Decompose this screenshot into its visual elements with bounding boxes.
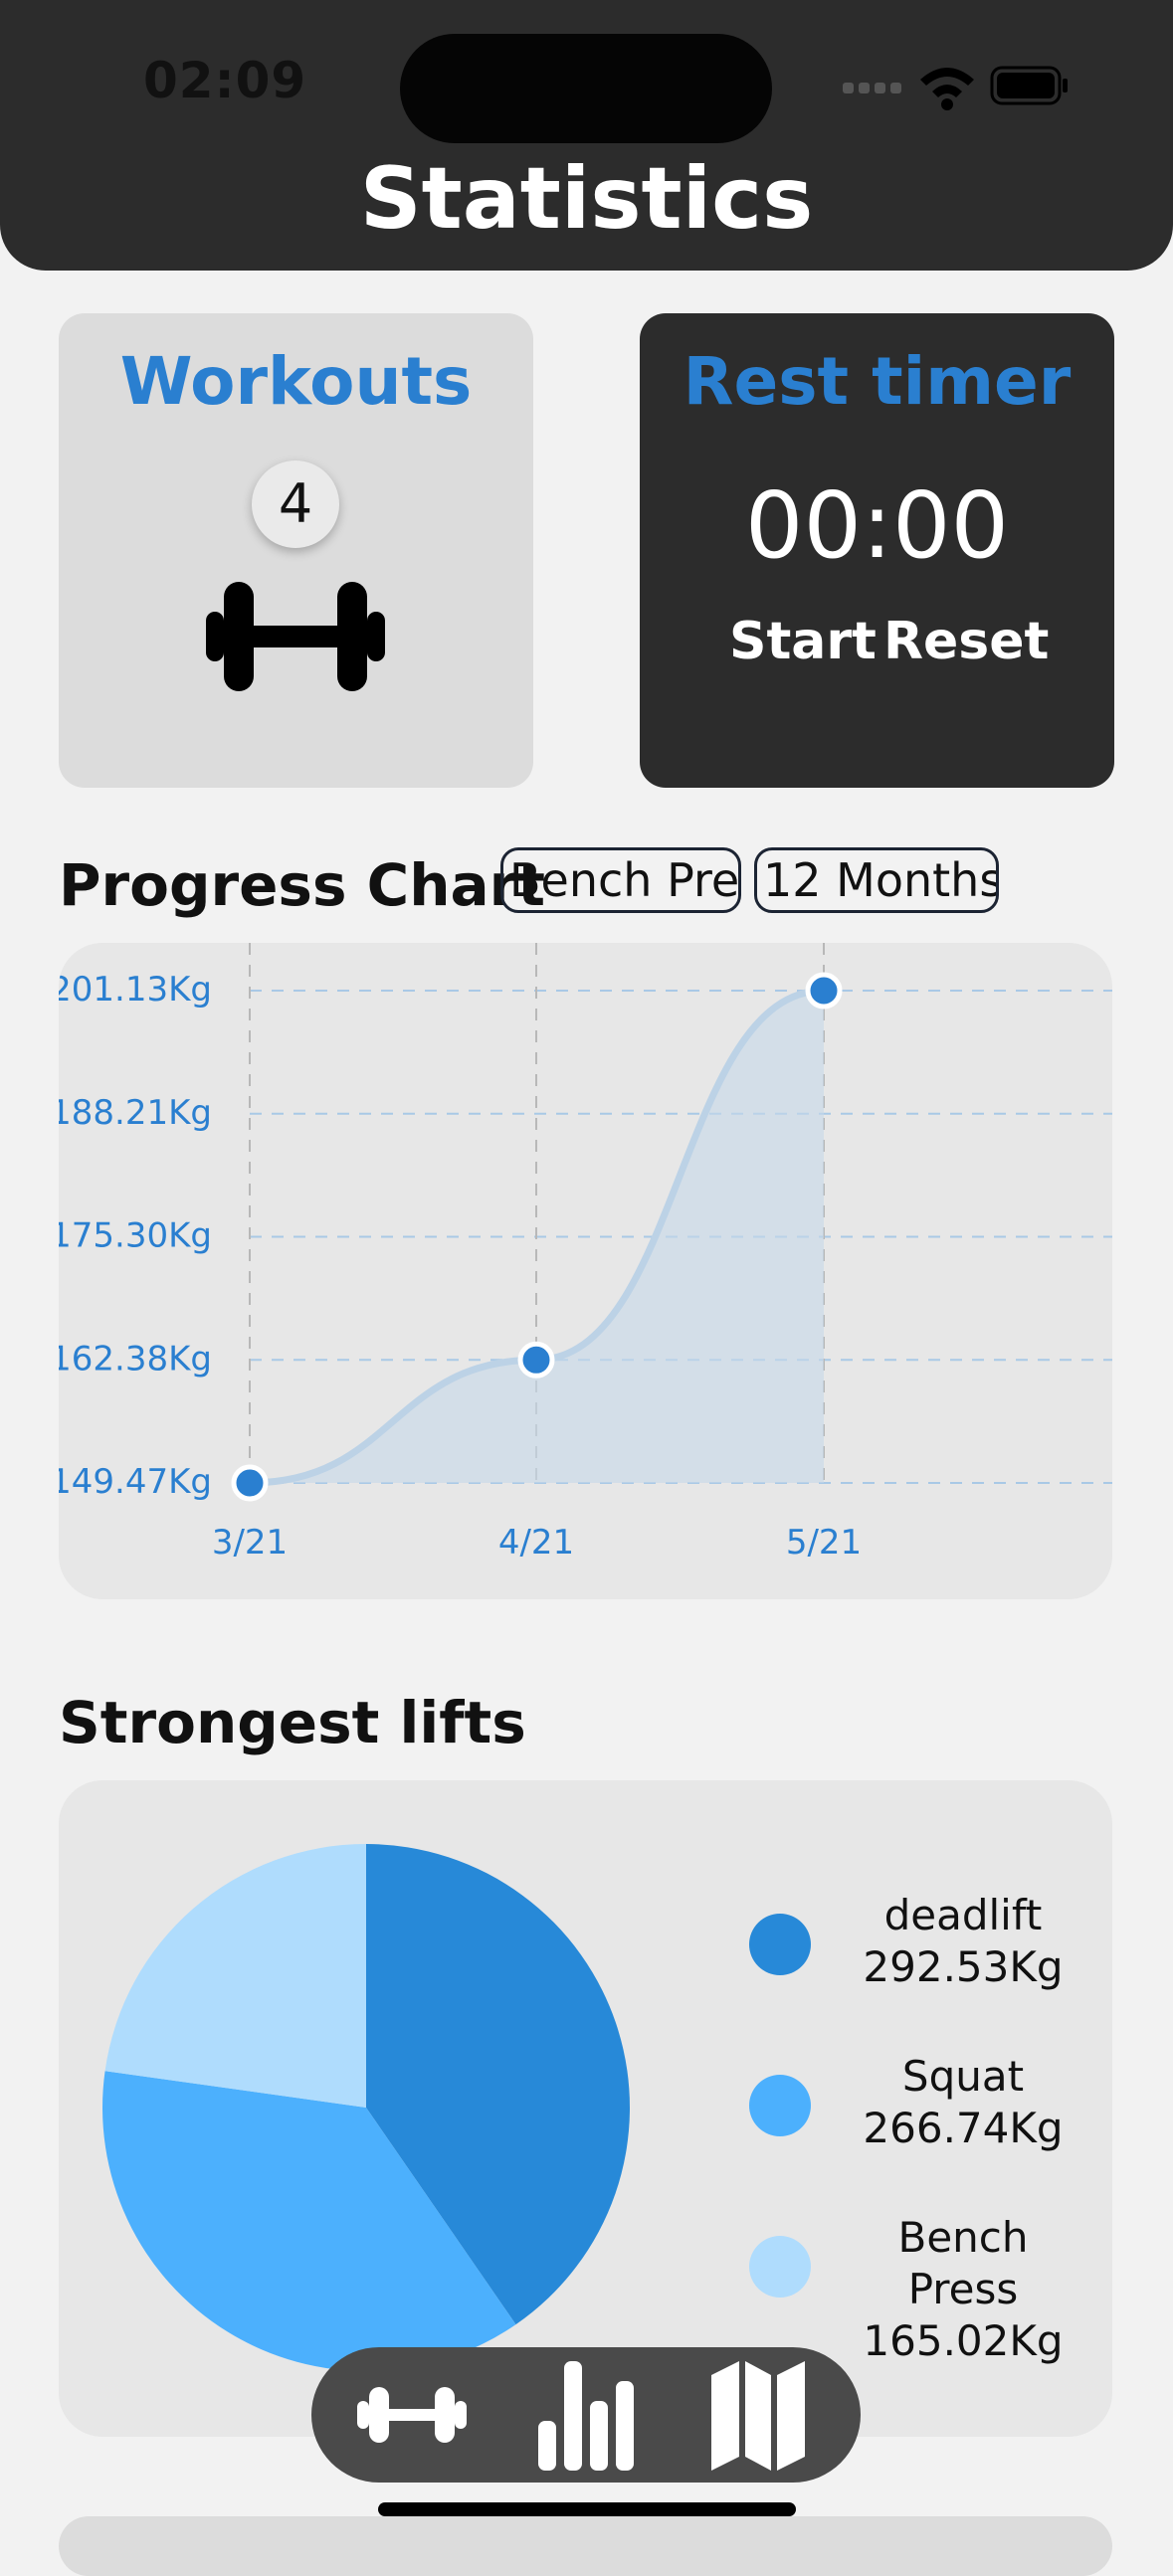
strongest-lifts-pie — [102, 1844, 631, 2371]
rest-timer-display: 00:00 — [744, 472, 1010, 579]
data-point[interactable] — [805, 972, 843, 1010]
tab-workouts-dumbbell-icon[interactable] — [357, 2385, 467, 2445]
signal-icon — [843, 83, 901, 93]
y-tick-label: 162.38Kg — [59, 1339, 212, 1379]
tab-statistics-bar-chart-icon[interactable] — [538, 2361, 634, 2471]
workouts-count-badge: 4 — [252, 460, 339, 548]
dynamic-island — [400, 34, 772, 143]
status-icons — [843, 66, 1068, 110]
y-tick-label: 201.13Kg — [59, 970, 212, 1010]
dumbbell-icon — [206, 582, 385, 691]
home-indicator — [378, 2502, 796, 2516]
start-button[interactable]: Start — [729, 612, 877, 671]
pie-slice-bench-press[interactable] — [104, 1844, 366, 2108]
legend-label: Bench Press — [897, 2213, 1029, 2313]
next-card — [59, 2516, 1112, 2576]
page-title: Statistics — [359, 149, 814, 249]
rest-timer-card: Rest timer 00:00 Start Reset — [640, 313, 1114, 788]
exercise-selector[interactable]: Bench Press — [500, 847, 741, 913]
legend-item-squat: Squat 266.74Kg — [749, 2051, 1167, 2160]
workouts-title: Workouts — [119, 343, 473, 420]
progress-chart-card: 201.13Kg 188.21Kg 175.30Kg 162.38Kg 149.47Kg… — [59, 943, 1112, 1599]
progress-chart: 201.13Kg 188.21Kg 175.30Kg 162.38Kg 149.47Kg… — [59, 943, 1112, 1563]
status-time: 02:09 — [143, 52, 307, 109]
legend-dot — [749, 2075, 811, 2136]
strongest-lifts-title: Strongest lifts — [59, 1689, 526, 1756]
y-tick-label: 149.47Kg — [59, 1462, 212, 1502]
y-tick-label: 175.30Kg — [59, 1216, 212, 1256]
legend-value: 292.53Kg — [863, 1942, 1064, 1991]
wifi-icon — [920, 68, 974, 110]
range-selector[interactable]: 12 Months — [754, 847, 999, 913]
legend-label: Squat — [901, 2052, 1025, 2101]
legend-value: 266.74Kg — [863, 2104, 1064, 2152]
tab-map-icon[interactable] — [707, 2361, 809, 2471]
legend-dot — [749, 2236, 811, 2298]
battery-icon — [990, 66, 1068, 105]
legend-label: deadlift — [883, 1891, 1043, 1939]
progress-chart-title: Progress Chart — [59, 851, 545, 919]
tab-bar — [311, 2347, 861, 2483]
x-tick-label: 3/21 — [212, 1523, 288, 1563]
legend-value: 165.02Kg — [863, 2316, 1064, 2365]
strongest-lifts-card: deadlift 292.53Kg Squat 266.74Kg Bench P… — [59, 1780, 1112, 2437]
y-tick-label: 188.21Kg — [59, 1093, 212, 1133]
data-point[interactable] — [517, 1341, 555, 1379]
x-tick-label: 5/21 — [786, 1523, 862, 1563]
workouts-card[interactable]: Workouts 4 — [59, 313, 533, 788]
data-point[interactable] — [231, 1464, 269, 1502]
legend-item-bench-press: Bench Press 165.02Kg — [749, 2212, 1167, 2365]
reset-button[interactable]: Reset — [883, 612, 1049, 671]
x-tick-label: 4/21 — [498, 1523, 574, 1563]
legend-item-deadlift: deadlift 292.53Kg — [749, 1890, 1167, 1999]
rest-timer-title: Rest timer — [683, 343, 1072, 420]
legend-dot — [749, 1914, 811, 1975]
